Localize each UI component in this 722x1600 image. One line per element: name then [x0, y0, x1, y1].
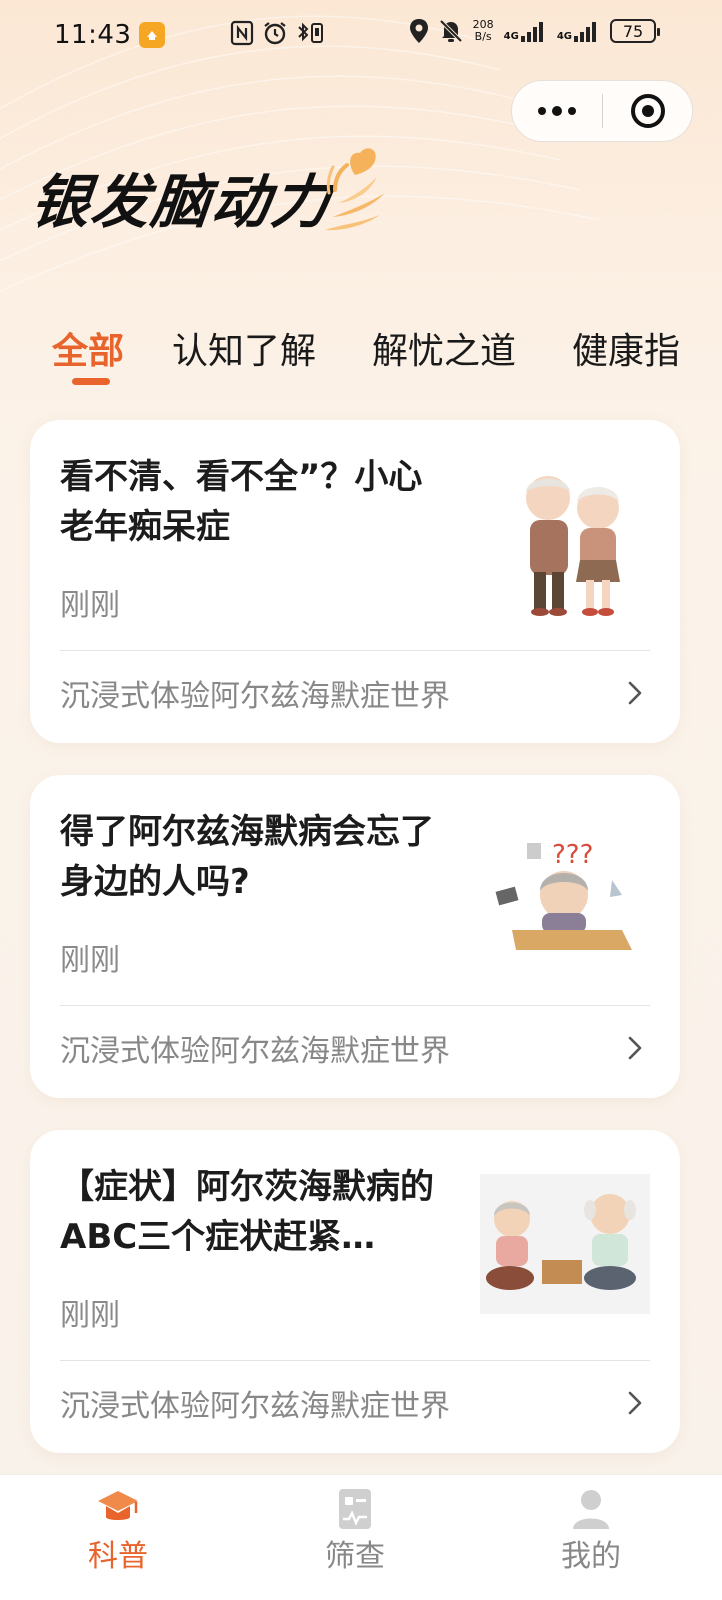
elderly-couple-illustration	[526, 476, 620, 616]
signal-2-label: 4G	[556, 31, 572, 42]
tab-health-guide[interactable]: 健康指	[572, 322, 680, 374]
elderly-couple-tea-illustration	[480, 1174, 650, 1314]
article-time: 刚刚	[60, 588, 120, 623]
alarm-icon	[264, 22, 286, 45]
card-divider	[60, 1360, 650, 1361]
more-dot-icon	[568, 107, 576, 115]
nav-label: 筛查	[325, 1539, 385, 1574]
signal-bars-icon	[520, 22, 543, 42]
heart-leaves-icon	[325, 148, 385, 231]
card-divider	[60, 1005, 650, 1006]
article-title: 【症状】阿尔茨海默病的ABC三个症状赶紧…	[60, 1167, 434, 1257]
bottom-navigation: 科普 筛查 我的	[0, 1474, 722, 1600]
nfc-icon	[230, 20, 254, 46]
link-text: 沉浸式体验阿尔兹海默症世界	[60, 1034, 450, 1069]
nav-item-screening[interactable]: 筛查	[280, 1475, 430, 1600]
article-card[interactable]: 【症状】阿尔茨海默病的ABC三个症状赶紧… 刚刚 沉浸式体验阿尔兹海默症世界	[30, 1130, 680, 1453]
status-time: 11:43	[54, 20, 132, 50]
status-bar: 11:43 208 B/s 4G 4G 75	[0, 0, 722, 70]
active-tab-indicator	[72, 378, 110, 385]
nav-item-mine[interactable]: 我的	[516, 1475, 666, 1600]
card-divider	[60, 650, 650, 651]
tab-cognition[interactable]: 认知了解	[172, 322, 316, 374]
graduation-cap-icon	[98, 1491, 138, 1520]
checklist-icon	[339, 1489, 371, 1529]
immersive-experience-link[interactable]: 沉浸式体验阿尔兹海默症世界	[60, 663, 650, 723]
article-time: 刚刚	[60, 943, 120, 978]
battery-level: 75	[622, 21, 644, 41]
app-notification-icon	[139, 22, 166, 48]
confused-grandma-illustration: ???	[495, 840, 632, 950]
app-logo-text: 银发脑动力	[27, 168, 336, 236]
status-icons-right: 208 B/s 4G 4G 75	[409, 18, 660, 44]
signal-1-label: 4G	[503, 31, 519, 42]
more-dot-icon	[538, 107, 546, 115]
immersive-experience-link[interactable]: 沉浸式体验阿尔兹海默症世界	[60, 1018, 650, 1078]
person-icon	[573, 1490, 609, 1529]
bluetooth-vibrate-icon	[298, 22, 323, 43]
nav-label: 科普	[88, 1539, 148, 1574]
article-title: 看不清、看不全”？小心老年痴呆症	[60, 457, 423, 547]
nav-item-science[interactable]: 科普	[43, 1475, 193, 1600]
svg-text:???: ???	[552, 840, 593, 870]
target-icon	[630, 94, 665, 128]
nav-label: 我的	[561, 1539, 621, 1574]
link-text: 沉浸式体验阿尔兹海默症世界	[60, 679, 450, 714]
article-title: 得了阿尔兹海默病会忘了身边的人吗?	[60, 812, 434, 902]
location-icon	[409, 19, 428, 43]
miniprogram-capsule	[511, 80, 693, 142]
status-icons-middle	[230, 20, 328, 46]
chevron-right-icon	[620, 1388, 650, 1418]
mute-bell-icon	[439, 19, 463, 43]
immersive-experience-link[interactable]: 沉浸式体验阿尔兹海默症世界	[60, 1373, 650, 1433]
chevron-right-icon	[620, 678, 650, 708]
battery-indicator: 75	[610, 19, 660, 43]
net-speed-unit: B/s	[474, 30, 492, 43]
close-miniprogram-button[interactable]	[603, 81, 692, 141]
tab-all[interactable]: 全部	[52, 322, 124, 374]
more-dot-icon	[552, 106, 562, 116]
link-text: 沉浸式体验阿尔兹海默症世界	[60, 1389, 450, 1424]
category-tabs: 全部 认知了解 解忧之道 健康指	[0, 322, 722, 392]
network-speed: 208 B/s	[473, 19, 494, 43]
more-options-button[interactable]	[512, 81, 602, 141]
article-time: 刚刚	[60, 1298, 120, 1333]
signal-bars-icon	[574, 22, 596, 42]
tab-relief[interactable]: 解忧之道	[372, 322, 516, 374]
article-card[interactable]: 得了阿尔兹海默病会忘了身边的人吗? 刚刚 ??? 沉浸式体验阿尔兹海默症世界	[30, 775, 680, 1098]
signal-2: 4G	[557, 20, 600, 42]
article-card[interactable]: 看不清、看不全”？小心老年痴呆症 刚刚 沉浸式体验阿尔兹海默症世界	[30, 420, 680, 743]
chevron-right-icon	[620, 1033, 650, 1063]
signal-1: 4G	[504, 20, 547, 42]
